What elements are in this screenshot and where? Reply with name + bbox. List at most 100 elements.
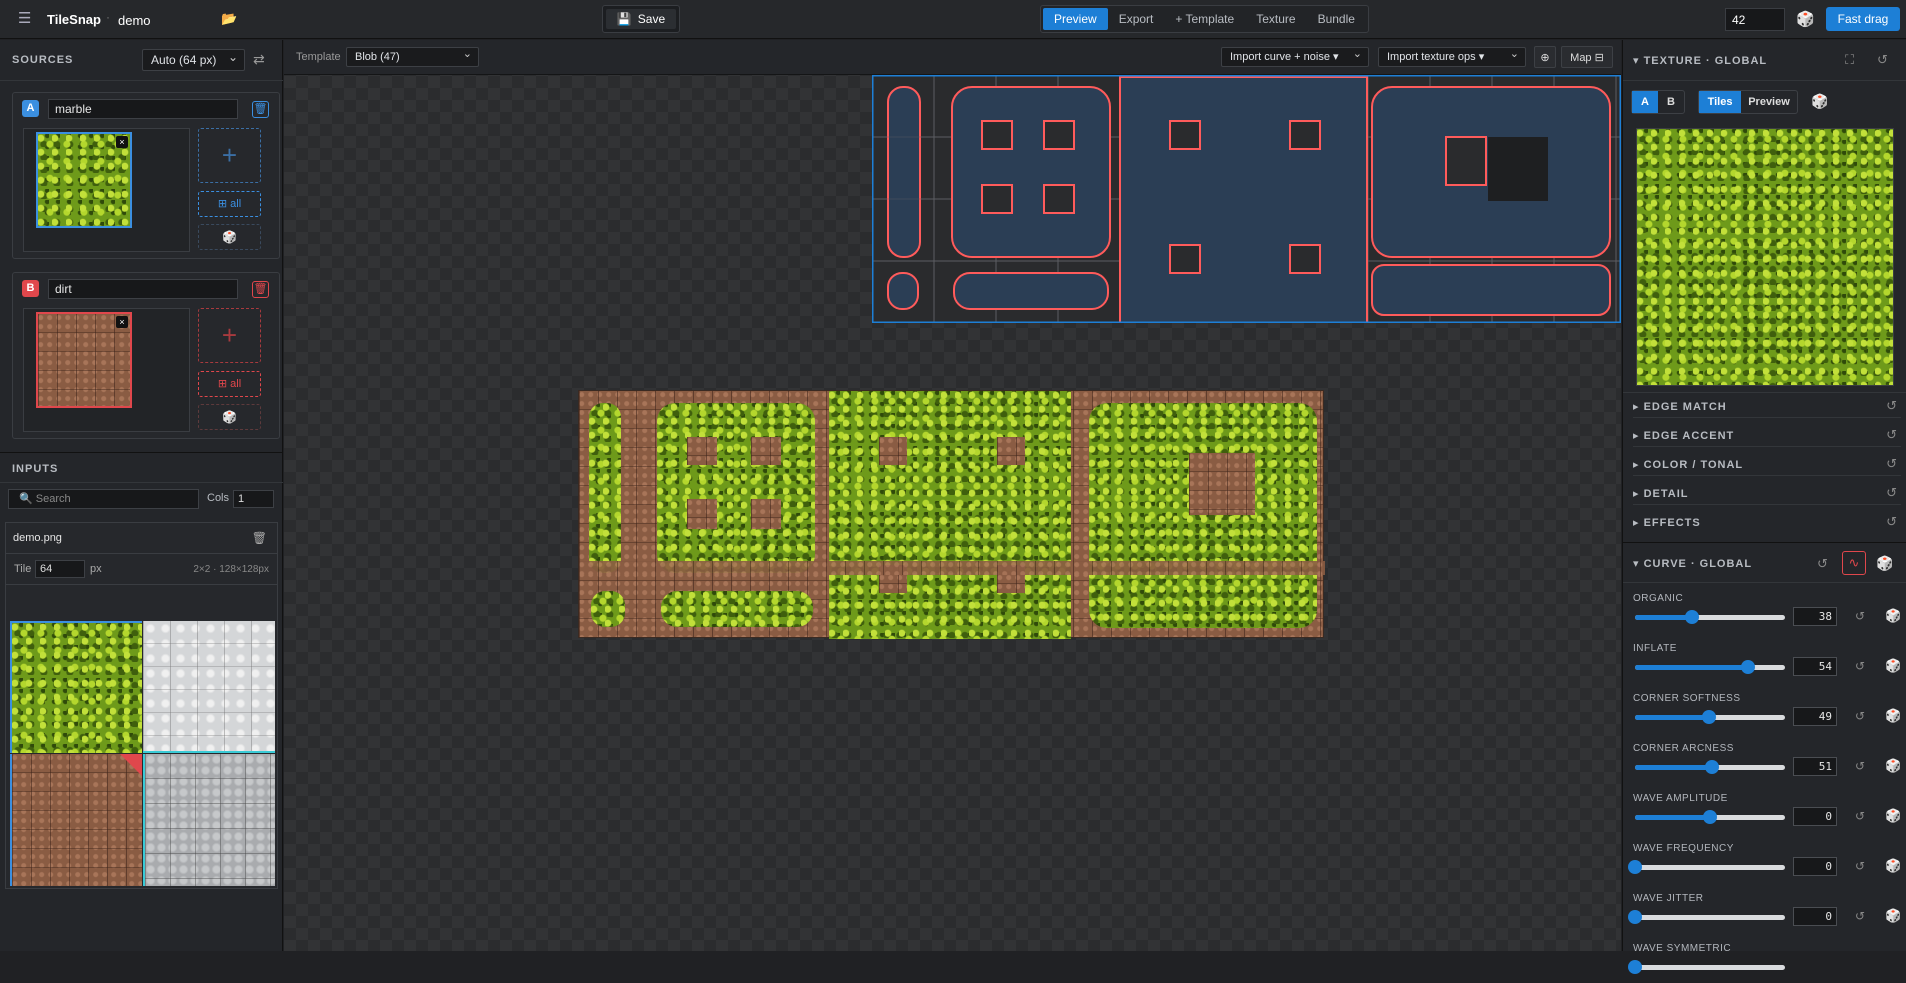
curve-panel-title[interactable]: ▾ CURVE · GLOBAL xyxy=(1633,557,1752,570)
slider-track[interactable] xyxy=(1628,860,1785,874)
slider-value-input[interactable]: 0 xyxy=(1793,857,1837,876)
slider-value-input[interactable]: 51 xyxy=(1793,757,1837,776)
reset-icon[interactable]: ↺ xyxy=(1855,659,1865,673)
reset-icon[interactable]: ↺ xyxy=(1855,759,1865,773)
dice-icon[interactable]: 🎲 xyxy=(198,404,261,430)
input-tile[interactable] xyxy=(10,621,142,753)
slider-track[interactable] xyxy=(1635,710,1785,724)
reset-icon[interactable]: ↺ xyxy=(1886,427,1897,443)
reset-icon[interactable]: ↺ xyxy=(1886,514,1897,530)
source-size-select[interactable]: Auto (64 px) xyxy=(142,47,245,71)
slider-track[interactable] xyxy=(1635,760,1785,774)
input-tile[interactable] xyxy=(10,754,142,886)
trash-icon[interactable]: 🗑 xyxy=(252,101,269,118)
cols-input[interactable]: 1 xyxy=(233,490,274,508)
seed-input[interactable] xyxy=(1725,8,1785,31)
map-button[interactable]: Map ⊟ xyxy=(1561,46,1613,68)
dice-icon[interactable]: 🎲 xyxy=(1885,758,1901,774)
texture-panel-title[interactable]: ▾ TEXTURE · GLOBAL xyxy=(1633,54,1767,67)
slider-handle[interactable] xyxy=(1685,610,1699,624)
slider-value-input[interactable]: 49 xyxy=(1793,707,1837,726)
source-a-add-button[interactable]: + xyxy=(198,128,261,183)
slider-value-input[interactable]: 38 xyxy=(1793,607,1837,626)
tab-add-template[interactable]: + Template xyxy=(1164,8,1245,30)
dice-icon[interactable]: 🎲 xyxy=(1885,708,1901,724)
dice-icon[interactable]: 🎲 xyxy=(198,224,261,250)
dice-icon[interactable]: 🎲 xyxy=(1876,555,1893,572)
section-edge-match[interactable]: ▸ EDGE MATCH ↺ xyxy=(1633,396,1901,418)
section-effects[interactable]: ▸ EFFECTS ↺ xyxy=(1633,512,1901,534)
reset-icon[interactable]: ↺ xyxy=(1886,398,1897,414)
tab-texture[interactable]: Texture xyxy=(1245,8,1306,30)
input-tile[interactable] xyxy=(143,754,275,886)
reset-icon[interactable]: ↺ xyxy=(1855,609,1865,623)
slider-handle[interactable] xyxy=(1703,810,1717,824)
reset-icon[interactable]: ↺ xyxy=(1817,556,1828,572)
reset-icon[interactable]: ↺ xyxy=(1855,909,1865,923)
hamburger-menu-icon[interactable]: ☰ xyxy=(18,11,32,26)
dice-icon[interactable]: 🎲 xyxy=(1885,908,1901,924)
project-name-input[interactable] xyxy=(118,11,214,29)
dice-icon[interactable]: 🎲 xyxy=(1811,93,1828,110)
slider-value-input[interactable]: 0 xyxy=(1793,807,1837,826)
preview-canvas[interactable]: Template Blob (47) Import curve + noise … xyxy=(284,40,1621,951)
view-option-preview[interactable]: Preview xyxy=(1741,91,1797,113)
slider-track[interactable] xyxy=(1635,610,1785,624)
texture-preview[interactable] xyxy=(1636,128,1894,386)
save-button[interactable]: 💾 Save xyxy=(602,5,680,33)
import-texture-select[interactable]: Import texture ops ▾ xyxy=(1378,45,1526,67)
rendered-preview[interactable] xyxy=(578,390,1325,639)
expand-icon[interactable]: ⛶ xyxy=(1845,52,1854,68)
input-tile[interactable] xyxy=(143,621,275,753)
source-a-name-input[interactable]: marble xyxy=(48,99,238,119)
slider-value-input[interactable]: 0 xyxy=(1793,907,1837,926)
tile-size-input[interactable]: 64 xyxy=(35,560,85,578)
source-a-all-button[interactable]: ⊞ all xyxy=(198,191,261,217)
slider-track[interactable] xyxy=(1628,910,1785,924)
section-color-tonal[interactable]: ▸ COLOR / TONAL ↺ xyxy=(1633,454,1901,476)
fast-drag-button[interactable]: Fast drag xyxy=(1826,7,1900,31)
ab-option-b[interactable]: B xyxy=(1658,91,1684,113)
view-option-tiles[interactable]: Tiles xyxy=(1699,91,1741,113)
section-edge-accent[interactable]: ▸ EDGE ACCENT ↺ xyxy=(1633,425,1901,447)
reset-icon[interactable]: ↺ xyxy=(1886,456,1897,472)
trash-icon[interactable]: 🗑 xyxy=(252,531,267,545)
slider-handle[interactable] xyxy=(1628,910,1642,924)
slider-handle[interactable] xyxy=(1701,710,1716,724)
source-b-all-button[interactable]: ⊞ all xyxy=(198,371,261,397)
slider-value-input[interactable]: 54 xyxy=(1793,657,1837,676)
slider-track[interactable] xyxy=(1635,810,1785,824)
dice-icon[interactable]: 🎲 xyxy=(1885,658,1901,674)
template-mask-view[interactable] xyxy=(872,75,1621,323)
slider-track[interactable] xyxy=(1628,960,1785,974)
trash-icon[interactable]: 🗑 xyxy=(252,281,269,298)
ab-option-a[interactable]: A xyxy=(1632,91,1658,113)
slider-handle[interactable] xyxy=(1628,960,1642,974)
dice-icon[interactable]: 🎲 xyxy=(1885,608,1901,624)
reset-icon[interactable]: ↺ xyxy=(1877,52,1888,68)
dice-icon[interactable]: 🎲 xyxy=(1885,808,1901,824)
template-select[interactable]: Blob (47) xyxy=(346,45,479,67)
source-b-thumbnail[interactable]: × xyxy=(36,312,132,408)
crosshair-icon[interactable]: ⊕ xyxy=(1534,46,1556,68)
tab-bundle[interactable]: Bundle xyxy=(1307,8,1366,30)
slider-handle[interactable] xyxy=(1704,760,1719,774)
swap-icon[interactable]: ⇄ xyxy=(253,51,265,68)
source-a-thumbnail[interactable]: × xyxy=(36,132,132,228)
close-icon[interactable]: × xyxy=(116,136,128,148)
import-curve-select[interactable]: Import curve + noise ▾ xyxy=(1221,45,1369,67)
slider-track[interactable] xyxy=(1635,660,1785,674)
search-input[interactable]: 🔍 Search xyxy=(8,489,199,509)
dice-icon[interactable]: 🎲 xyxy=(1796,10,1815,28)
slider-handle[interactable] xyxy=(1628,860,1642,874)
source-b-name-input[interactable]: dirt xyxy=(48,279,238,299)
tab-preview[interactable]: Preview xyxy=(1043,8,1108,30)
close-icon[interactable]: × xyxy=(116,316,128,328)
slider-handle[interactable] xyxy=(1740,660,1755,674)
section-detail[interactable]: ▸ DETAIL ↺ xyxy=(1633,483,1901,505)
source-b-add-button[interactable]: + xyxy=(198,308,261,363)
folder-open-icon[interactable]: 📂 xyxy=(221,11,237,27)
dice-icon[interactable]: 🎲 xyxy=(1885,858,1901,874)
curve-icon[interactable]: ∿ xyxy=(1842,551,1866,575)
reset-icon[interactable]: ↺ xyxy=(1855,809,1865,823)
